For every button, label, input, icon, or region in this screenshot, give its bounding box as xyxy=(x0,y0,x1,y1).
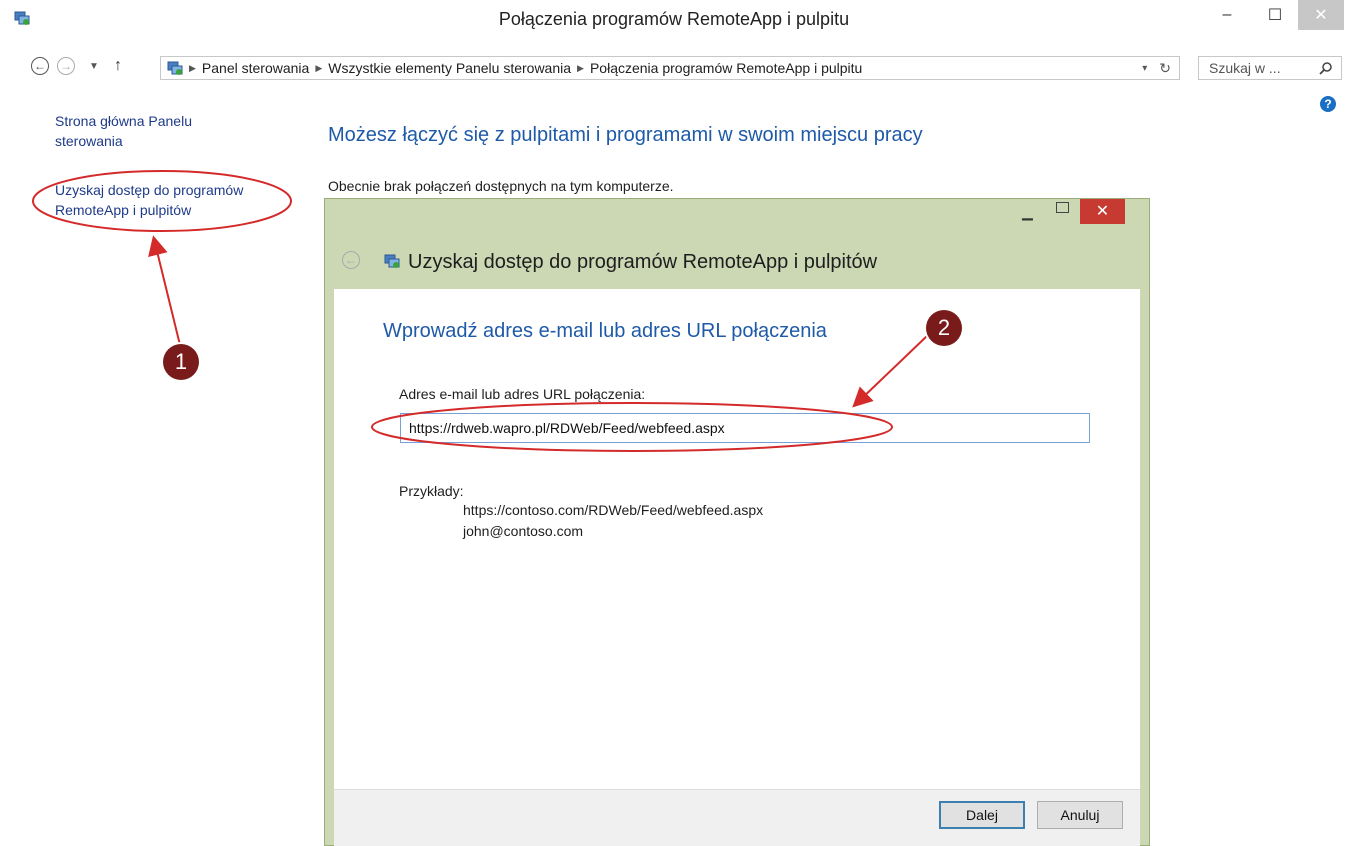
example-url: https://contoso.com/RDWeb/Feed/webfeed.a… xyxy=(463,502,764,518)
connection-url-input[interactable] xyxy=(400,413,1090,443)
dialog-body xyxy=(334,289,1140,789)
up-button[interactable]: ↑ xyxy=(106,54,130,78)
breadcrumb-all-items[interactable]: Wszystkie elementy Panelu sterowania xyxy=(328,60,571,76)
breadcrumb-remoteapp[interactable]: Połączenia programów RemoteApp i pulpitu xyxy=(590,60,862,76)
cancel-button[interactable]: Anuluj xyxy=(1037,801,1123,829)
url-field-label: Adres e-mail lub adres URL połączenia: xyxy=(399,386,646,402)
dialog-heading: Wprowadź adres e-mail lub adres URL połą… xyxy=(383,320,827,342)
next-button[interactable]: Dalej xyxy=(939,801,1025,829)
search-input[interactable]: Szukaj w ... xyxy=(1198,56,1342,80)
recent-locations-dropdown[interactable]: ▼ xyxy=(82,54,106,78)
page-title: Możesz łączyć się z pulpitami i programa… xyxy=(328,124,923,146)
back-arrow-icon: ← xyxy=(31,57,49,75)
dialog-title: Uzyskaj dostęp do programów RemoteApp i … xyxy=(408,251,878,273)
control-panel-home-link[interactable]: Strona główna Panelu sterowania xyxy=(55,111,245,151)
help-icon[interactable]: ? xyxy=(1320,96,1336,112)
example-email: john@contoso.com xyxy=(463,523,584,539)
search-placeholder: Szukaj w ... xyxy=(1209,60,1281,76)
breadcrumb-separator-icon: ▶ xyxy=(577,62,584,73)
minimize-button[interactable]: – xyxy=(1204,0,1250,30)
dialog-close-button[interactable]: ✕ xyxy=(1080,199,1125,224)
step-marker-1: 1 xyxy=(163,344,199,380)
back-button[interactable]: ← xyxy=(28,54,52,78)
address-bar[interactable]: ▶ Panel sterowania ▶ Wszystkie elementy … xyxy=(160,56,1180,80)
search-icon[interactable] xyxy=(1319,61,1333,75)
window-title: Połączenia programów RemoteApp i pulpitu xyxy=(498,9,850,29)
address-dropdown-icon[interactable]: ▾ xyxy=(1142,63,1147,74)
status-text: Obecnie brak połączeń dostępnych na tym … xyxy=(328,178,674,194)
back-arrow-icon: ← xyxy=(342,251,360,269)
remoteapp-icon xyxy=(384,254,400,268)
dialog-minimize-button[interactable]: ▁ xyxy=(1022,204,1033,221)
examples-label: Przykłady: xyxy=(399,483,464,499)
remoteapp-icon xyxy=(167,61,183,75)
dialog-back-button[interactable]: ← xyxy=(342,251,360,269)
forward-button[interactable]: → xyxy=(54,54,78,78)
breadcrumb-control-panel[interactable]: Panel sterowania xyxy=(202,60,309,76)
close-button[interactable]: ✕ xyxy=(1298,0,1344,30)
breadcrumb-separator-icon: ▶ xyxy=(189,62,196,73)
access-remoteapp-link[interactable]: Uzyskaj dostęp do programów RemoteApp i … xyxy=(55,180,275,220)
step-marker-2: 2 xyxy=(926,310,962,346)
refresh-icon[interactable]: ↻ xyxy=(1159,60,1171,77)
forward-arrow-icon: → xyxy=(57,57,75,75)
dialog-maximize-button[interactable] xyxy=(1056,202,1069,213)
maximize-button[interactable]: ☐ xyxy=(1252,0,1298,30)
breadcrumb-separator-icon: ▶ xyxy=(315,62,323,73)
